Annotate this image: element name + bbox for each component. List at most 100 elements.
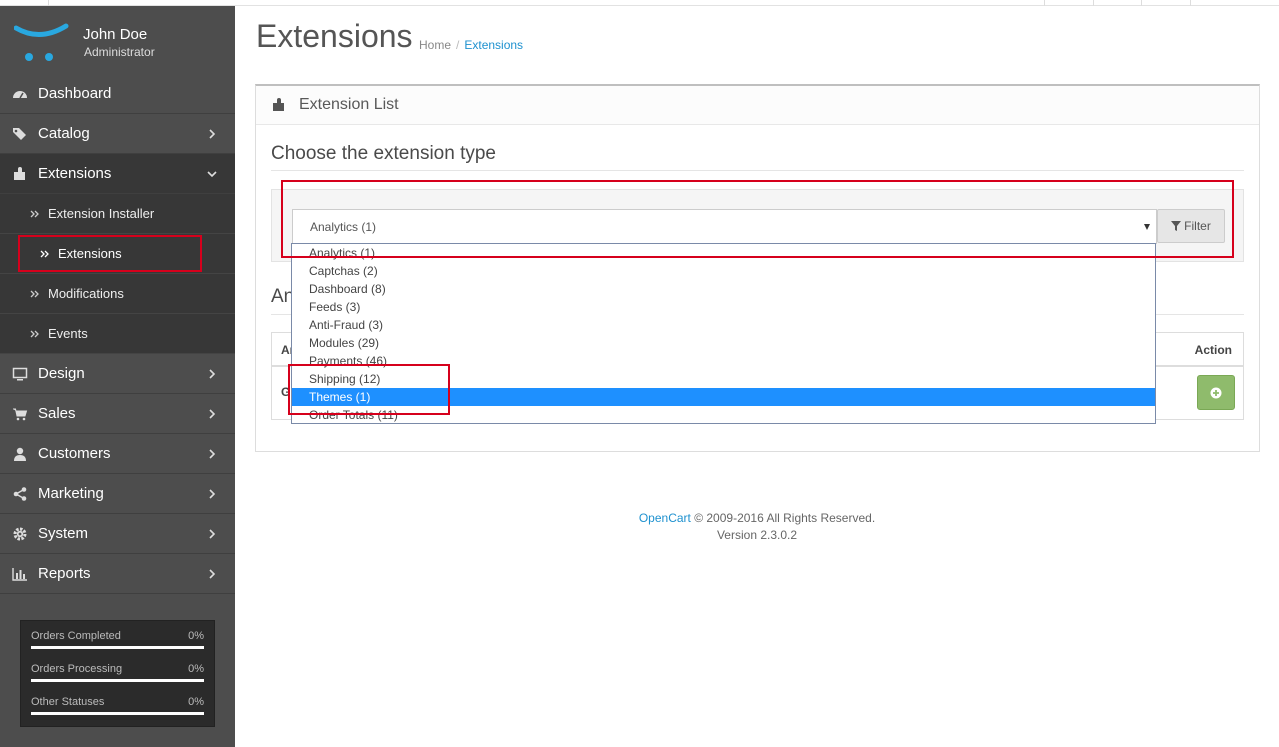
share-icon xyxy=(12,486,28,502)
chevron-down-icon xyxy=(207,171,217,178)
stat-value: 0% xyxy=(188,696,204,708)
sidebar-item-label: System xyxy=(38,525,89,542)
stat-value: 0% xyxy=(188,663,204,675)
cart-icon xyxy=(12,406,28,422)
sidebar-item-label: Catalog xyxy=(38,125,90,142)
choose-type-heading: Choose the extension type xyxy=(271,143,496,164)
filter-button-label: Filter xyxy=(1184,219,1211,233)
dropdown-option-feeds[interactable]: Feeds (3) xyxy=(292,298,1155,316)
stat-other-statuses: Other Statuses 0% xyxy=(21,687,214,720)
breadcrumb-home-link[interactable]: Home xyxy=(419,38,451,52)
stat-progress-bar xyxy=(31,679,204,682)
chevron-right-icon xyxy=(209,369,216,379)
sidebar-subitem-label: Extension Installer xyxy=(48,206,155,221)
sidebar-item-design[interactable]: Design xyxy=(0,354,235,394)
chevron-right-icon xyxy=(209,569,216,579)
tags-icon xyxy=(12,126,28,142)
panel-heading: Extension List xyxy=(256,86,1259,125)
sidebar-subitem-extension-installer[interactable]: Extension Installer xyxy=(0,194,235,234)
footer-copyright: OpenCart © 2009-2016 All Rights Reserved… xyxy=(235,511,1279,525)
stat-label: Other Statuses xyxy=(31,696,105,708)
chevron-right-icon xyxy=(209,489,216,499)
opencart-logo-icon xyxy=(14,23,69,61)
user-name: John Doe xyxy=(83,26,148,43)
double-chevron-icon xyxy=(30,290,39,297)
sidebar-item-label: Reports xyxy=(38,565,91,582)
sidebar-item-label: Marketing xyxy=(38,485,104,502)
dropdown-option-anti-fraud[interactable]: Anti-Fraud (3) xyxy=(292,316,1155,334)
chevron-right-icon xyxy=(209,449,216,459)
stat-progress-bar xyxy=(31,712,204,715)
breadcrumb-current-link[interactable]: Extensions xyxy=(464,38,523,52)
sidebar-item-label: Design xyxy=(38,365,85,382)
divider xyxy=(271,170,1244,171)
sidebar-subitem-label: Modifications xyxy=(48,286,124,301)
dropdown-option-captchas[interactable]: Captchas (2) xyxy=(292,262,1155,280)
sidebar-item-sales[interactable]: Sales xyxy=(0,394,235,434)
sidebar-subitem-label: Events xyxy=(48,326,88,341)
sidebar-item-extensions[interactable]: Extensions xyxy=(0,154,235,194)
dropdown-option-order-totals[interactable]: Order Totals (11) xyxy=(292,406,1155,423)
stat-orders-completed: Orders Completed 0% xyxy=(21,621,214,654)
select-value: Analytics (1) xyxy=(310,220,377,234)
puzzle-icon xyxy=(273,98,284,111)
filter-button[interactable]: Filter xyxy=(1157,209,1225,243)
footer-version: Version 2.3.0.2 xyxy=(716,528,798,542)
dropdown-option-shipping[interactable]: Shipping (12) xyxy=(292,370,1155,388)
header-divider xyxy=(1141,0,1142,6)
panel-title: Extension List xyxy=(299,96,399,113)
stat-value: 0% xyxy=(188,630,204,642)
order-stats-panel: Orders Completed 0% Orders Processing 0%… xyxy=(20,620,215,727)
dropdown-option-payments[interactable]: Payments (46) xyxy=(292,352,1155,370)
stat-progress-bar xyxy=(31,646,204,649)
double-chevron-icon xyxy=(30,210,39,217)
dropdown-option-modules[interactable]: Modules (29) xyxy=(292,334,1155,352)
opencart-link[interactable]: OpenCart xyxy=(639,511,691,525)
breadcrumb-separator: / xyxy=(456,38,460,52)
sidebar-item-label: Customers xyxy=(38,445,111,462)
puzzle-icon xyxy=(12,166,28,182)
sidebar-item-system[interactable]: System xyxy=(0,514,235,554)
chevron-right-icon xyxy=(209,529,216,539)
sidebar-subitem-extensions[interactable]: Extensions xyxy=(0,234,235,274)
double-chevron-icon xyxy=(40,250,49,257)
chevron-right-icon xyxy=(209,129,216,139)
breadcrumb: Home / Extensions xyxy=(419,38,523,52)
sidebar-item-dashboard[interactable]: Dashboard xyxy=(0,74,235,114)
sidebar-subitem-events[interactable]: Events xyxy=(0,314,235,354)
sidebar: John Doe Administrator Dashboard Catalog… xyxy=(0,6,235,747)
copyright-text: © 2009-2016 All Rights Reserved. xyxy=(690,511,876,525)
dropdown-option-dashboard[interactable]: Dashboard (8) xyxy=(292,280,1155,298)
sidebar-subitem-modifications[interactable]: Modifications xyxy=(0,274,235,314)
sidebar-item-catalog[interactable]: Catalog xyxy=(0,114,235,154)
user-profile[interactable]: John Doe Administrator xyxy=(0,6,235,74)
bar-chart-icon xyxy=(12,566,28,582)
dashboard-icon xyxy=(12,86,28,102)
stat-label: Orders Processing xyxy=(31,663,123,675)
plus-circle-icon xyxy=(1210,387,1222,398)
sidebar-subitem-label: Extensions xyxy=(58,246,122,261)
sidebar-item-marketing[interactable]: Marketing xyxy=(0,474,235,514)
extension-type-select[interactable]: Analytics (1) xyxy=(292,209,1157,244)
dropdown-option-analytics[interactable]: Analytics (1) xyxy=(292,244,1155,262)
monitor-icon xyxy=(12,366,28,382)
page-title: Extensions xyxy=(256,18,413,54)
stat-orders-processing: Orders Processing 0% xyxy=(21,654,214,687)
header-divider xyxy=(1093,0,1094,6)
sidebar-item-customers[interactable]: Customers xyxy=(0,434,235,474)
user-role: Administrator xyxy=(84,45,155,59)
sidebar-item-reports[interactable]: Reports xyxy=(0,554,235,594)
table-header-action: Action xyxy=(1194,343,1232,357)
caret-down-icon xyxy=(1144,224,1150,230)
chevron-right-icon xyxy=(209,409,216,419)
extension-type-dropdown: Analytics (1) Captchas (2) Dashboard (8)… xyxy=(291,243,1156,424)
install-button[interactable] xyxy=(1197,375,1235,410)
gear-icon xyxy=(12,526,28,542)
sidebar-item-label: Sales xyxy=(38,405,76,422)
stat-label: Orders Completed xyxy=(31,630,121,642)
sidebar-item-label: Extensions xyxy=(38,165,112,182)
header-divider xyxy=(1044,0,1045,6)
dropdown-option-themes[interactable]: Themes (1) xyxy=(292,388,1155,406)
header-divider xyxy=(1190,0,1191,6)
filter-icon xyxy=(1171,221,1182,231)
